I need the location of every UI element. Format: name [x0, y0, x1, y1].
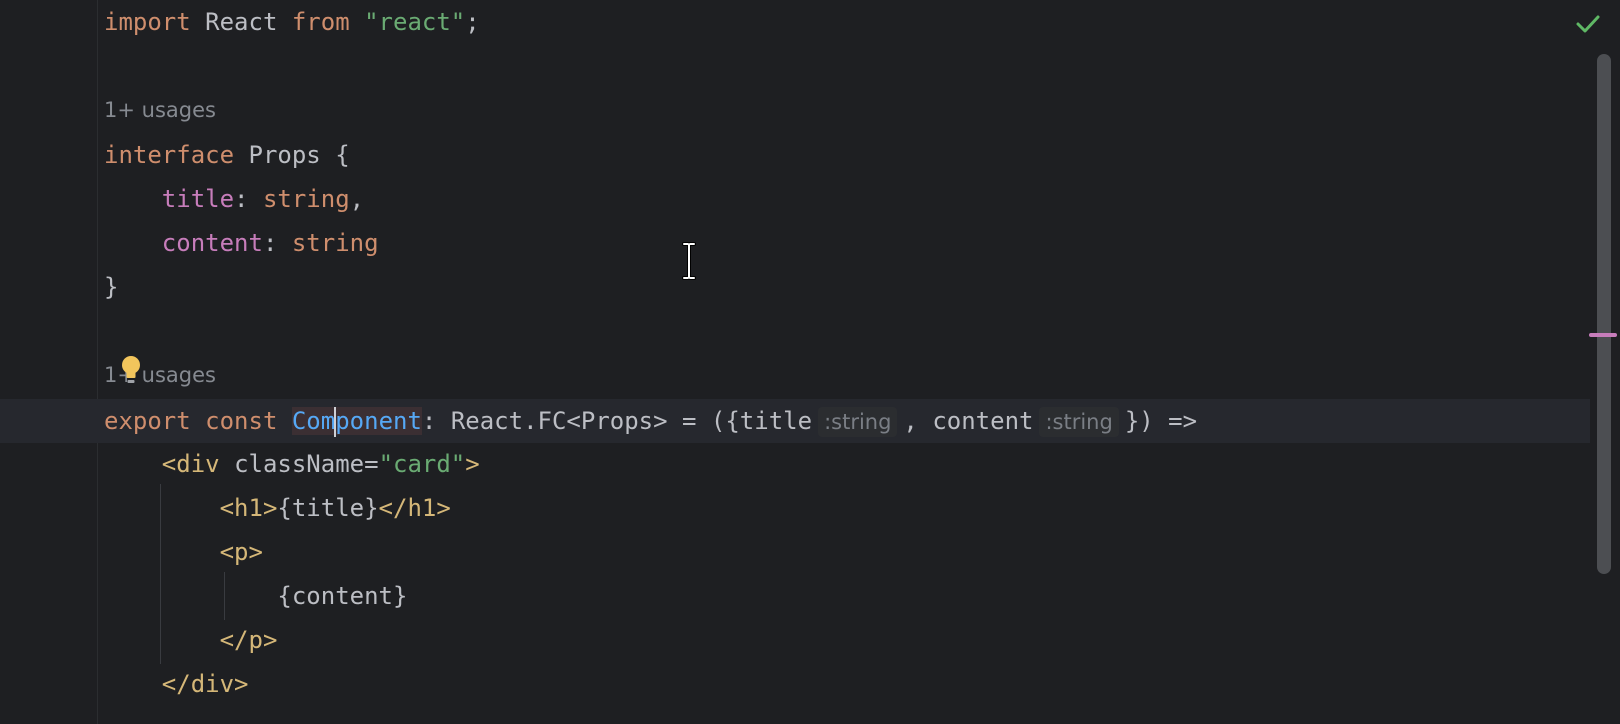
code-line-content-expr[interactable]: {content} [104, 574, 407, 618]
code-line-p-open[interactable]: <p> [104, 530, 263, 574]
code-line-content-field[interactable]: content: string [104, 221, 379, 265]
code-editor[interactable]: import React from "react"; 1+ usages int… [0, 0, 1620, 724]
code-line-import[interactable]: import React from "react"; [104, 0, 480, 44]
code-line-div-close[interactable]: </div> [104, 662, 249, 706]
error-stripe-mark[interactable] [1589, 333, 1617, 337]
code-line-interface-close[interactable]: } [104, 265, 118, 309]
code-line-interface[interactable]: interface Props { [104, 133, 350, 177]
code-line-export[interactable]: export const Component: React.FC<Props> … [104, 399, 1197, 443]
gutter-divider [97, 0, 98, 724]
code-line-p-close[interactable]: </p> [104, 618, 278, 662]
code-line-h1[interactable]: <h1>{title}</h1> [104, 486, 451, 530]
checkmark-icon[interactable] [1574, 10, 1602, 38]
component-identifier[interactable]: Component [291, 407, 422, 437]
vertical-scrollbar[interactable] [1597, 54, 1611, 574]
code-line-title-field[interactable]: title: string, [104, 177, 364, 221]
usages-hint[interactable]: 1+ usages [104, 95, 216, 125]
code-line-div-open[interactable]: <div className="card"> [104, 442, 480, 486]
type-hint: :string [818, 407, 898, 437]
text-cursor-icon [682, 242, 696, 280]
lightbulb-icon[interactable] [120, 355, 142, 385]
type-hint: :string [1039, 407, 1119, 437]
